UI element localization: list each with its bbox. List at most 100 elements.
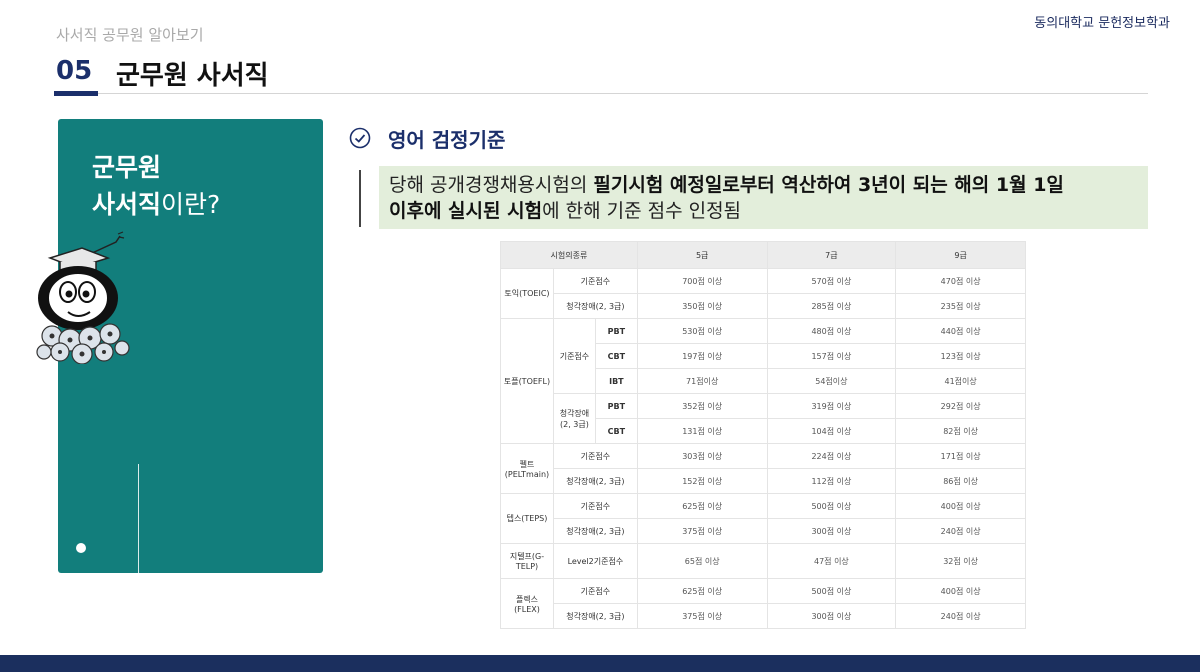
note-text-2: 에 한해 기준 점수 인정됨 [542, 200, 742, 222]
row-label: Level2기준점수 [552, 543, 638, 579]
score-cell: 47점 이상 [766, 543, 897, 579]
row-label: 기준점수 [552, 268, 638, 294]
score-cell: 224점 이상 [766, 443, 897, 469]
score-cell: 400점 이상 [895, 578, 1026, 604]
score-cell: 171점 이상 [895, 443, 1026, 469]
score-cell: 352점 이상 [636, 393, 768, 419]
exam-name: 지텔프(G- TELP) [500, 543, 554, 579]
sub-label: PBT [594, 393, 638, 419]
row-label: 청각장애(2, 3급) [552, 518, 638, 544]
table-row: 플렉스 (FLEX) 기준점수 625점 이상 500점 이상 400점 이상 [500, 578, 1026, 629]
row-label: 청각장애(2, 3급) [552, 603, 638, 629]
table-row: 토익(TOEIC) 기준점수 700점 이상 570점 이상 470점 이상 [500, 268, 1026, 319]
note-text-1: 당해 공개경쟁채용시험의 [389, 174, 594, 196]
score-cell: 300점 이상 [766, 603, 897, 629]
table-header-cell: 시험의종류 [500, 241, 638, 269]
row-label: 청각장애(2, 3급) [552, 293, 638, 319]
table-row: 청각장애(2, 3급) 375점 이상 300점 이상 240점 이상 [501, 518, 1026, 544]
row-label: 기준점수 [552, 318, 596, 394]
header-divider [98, 93, 1148, 94]
score-cell: 285점 이상 [766, 293, 897, 319]
score-cell: 32점 이상 [895, 543, 1026, 579]
panel-vertical-line [138, 464, 139, 640]
section-number-underline [54, 91, 98, 96]
score-cell: 480점 이상 [766, 318, 897, 344]
score-cell: 197점 이상 [636, 343, 768, 369]
score-cell: 65점 이상 [636, 543, 768, 579]
exam-name: 텝스(TEPS) [500, 493, 554, 544]
score-cell: 152점 이상 [636, 468, 768, 494]
exam-name: 토플(TOEFL) [500, 318, 554, 444]
score-cell: 400점 이상 [895, 493, 1026, 519]
panel-title: 군무원 사서직이란? [92, 149, 220, 223]
score-cell: 500점 이상 [766, 493, 897, 519]
note-bold-1: 필기시험 예정일로부터 역산하여 3년이 되는 해의 1월 1일 [593, 174, 1064, 196]
sub-label: IBT [594, 368, 638, 394]
row-label: 기준점수 [552, 578, 638, 604]
row-label: 기준점수 [552, 443, 638, 469]
score-cell: 375점 이상 [636, 603, 768, 629]
sub-label: CBT [594, 343, 638, 369]
row-label: 청각장애 (2, 3급) [552, 393, 596, 444]
score-cell: 86점 이상 [895, 468, 1026, 494]
section-title: 군무원 사서직 [116, 61, 269, 91]
panel-title-rest: 이란? [161, 190, 221, 219]
table-row: 텝스(TEPS) 기준점수 625점 이상 500점 이상 400점 이상 [500, 493, 1026, 544]
score-cell: 700점 이상 [636, 268, 768, 294]
score-cell: 530점 이상 [636, 318, 768, 344]
english-score-table: 시험의종류 5급 7급 9급 토익(TOEIC) 기준점수 700점 이상 57… [500, 241, 1026, 629]
score-cell: 41점이상 [895, 368, 1026, 394]
score-cell: 440점 이상 [895, 318, 1026, 344]
score-cell: 235점 이상 [895, 293, 1026, 319]
score-cell: 71점이상 [636, 368, 768, 394]
english-standard-heading: 영어 검정기준 [388, 128, 506, 152]
english-standard-note: 당해 공개경쟁채용시험의 필기시험 예정일로부터 역산하여 3년이 되는 해의 … [379, 166, 1148, 229]
score-cell: 300점 이상 [766, 518, 897, 544]
score-cell: 625점 이상 [636, 493, 768, 519]
note-bold-2: 이후에 실시된 시험 [389, 200, 543, 222]
table-header-cell: 9급 [895, 241, 1026, 269]
panel-dot [76, 543, 86, 553]
table-header-cell: 5급 [636, 241, 768, 269]
section-number: 05 [56, 56, 93, 86]
footer-band [0, 655, 1200, 672]
score-cell: 240점 이상 [895, 518, 1026, 544]
score-cell: 470점 이상 [895, 268, 1026, 294]
table-row: 청각장애(2, 3급) 152점 이상 112점 이상 86점 이상 [501, 468, 1026, 494]
row-label: 청각장애(2, 3급) [552, 468, 638, 494]
score-cell: 570점 이상 [766, 268, 897, 294]
sub-label: PBT [594, 318, 638, 344]
row-label: 기준점수 [552, 493, 638, 519]
table-row: 청각장애(2, 3급) 375점 이상 300점 이상 240점 이상 [501, 603, 1026, 629]
table-header-cell: 7급 [766, 241, 897, 269]
table-header-row: 시험의종류 5급 7급 9급 [500, 241, 1026, 269]
graduate-character-illustration [36, 231, 130, 364]
exam-name: 펠트 (PELTmain) [500, 443, 554, 494]
score-cell: 292점 이상 [895, 393, 1026, 419]
panel-title-line2: 사서직이란? [92, 186, 220, 223]
table-row: 토플(TOEFL) 기준점수 PBT 530점 이상 480점 이상 440점 … [500, 318, 1026, 444]
score-cell: 625점 이상 [636, 578, 768, 604]
score-cell: 375점 이상 [636, 518, 768, 544]
table-row: 청각장애 (2, 3급) PBT 352점 이상 319점 이상 292점 이상 [501, 393, 1026, 444]
score-cell: 319점 이상 [766, 393, 897, 419]
table-row: 펠트 (PELTmain) 기준점수 303점 이상 224점 이상 171점 … [500, 443, 1026, 494]
score-cell: 303점 이상 [636, 443, 768, 469]
org-name: 동의대학교 문헌정보학과 [1034, 16, 1170, 31]
score-cell: 54점이상 [766, 368, 897, 394]
score-cell: 112점 이상 [766, 468, 897, 494]
score-cell: 350점 이상 [636, 293, 768, 319]
exam-name: 플렉스 (FLEX) [500, 578, 554, 629]
exam-name: 토익(TOEIC) [500, 268, 554, 319]
score-cell: 131점 이상 [636, 418, 768, 444]
panel-title-line1: 군무원 [92, 153, 162, 182]
score-cell: 123점 이상 [895, 343, 1026, 369]
table-row: 청각장애(2, 3급) 350점 이상 285점 이상 235점 이상 [501, 293, 1026, 319]
score-cell: 157점 이상 [766, 343, 897, 369]
score-cell: 500점 이상 [766, 578, 897, 604]
score-cell: 240점 이상 [895, 603, 1026, 629]
score-cell: 82점 이상 [895, 418, 1026, 444]
score-cell: 104점 이상 [766, 418, 897, 444]
table-row: 지텔프(G- TELP) Level2기준점수 65점 이상 47점 이상 32… [500, 543, 1026, 579]
page-subtitle: 사서직 공무원 알아보기 [56, 26, 204, 44]
